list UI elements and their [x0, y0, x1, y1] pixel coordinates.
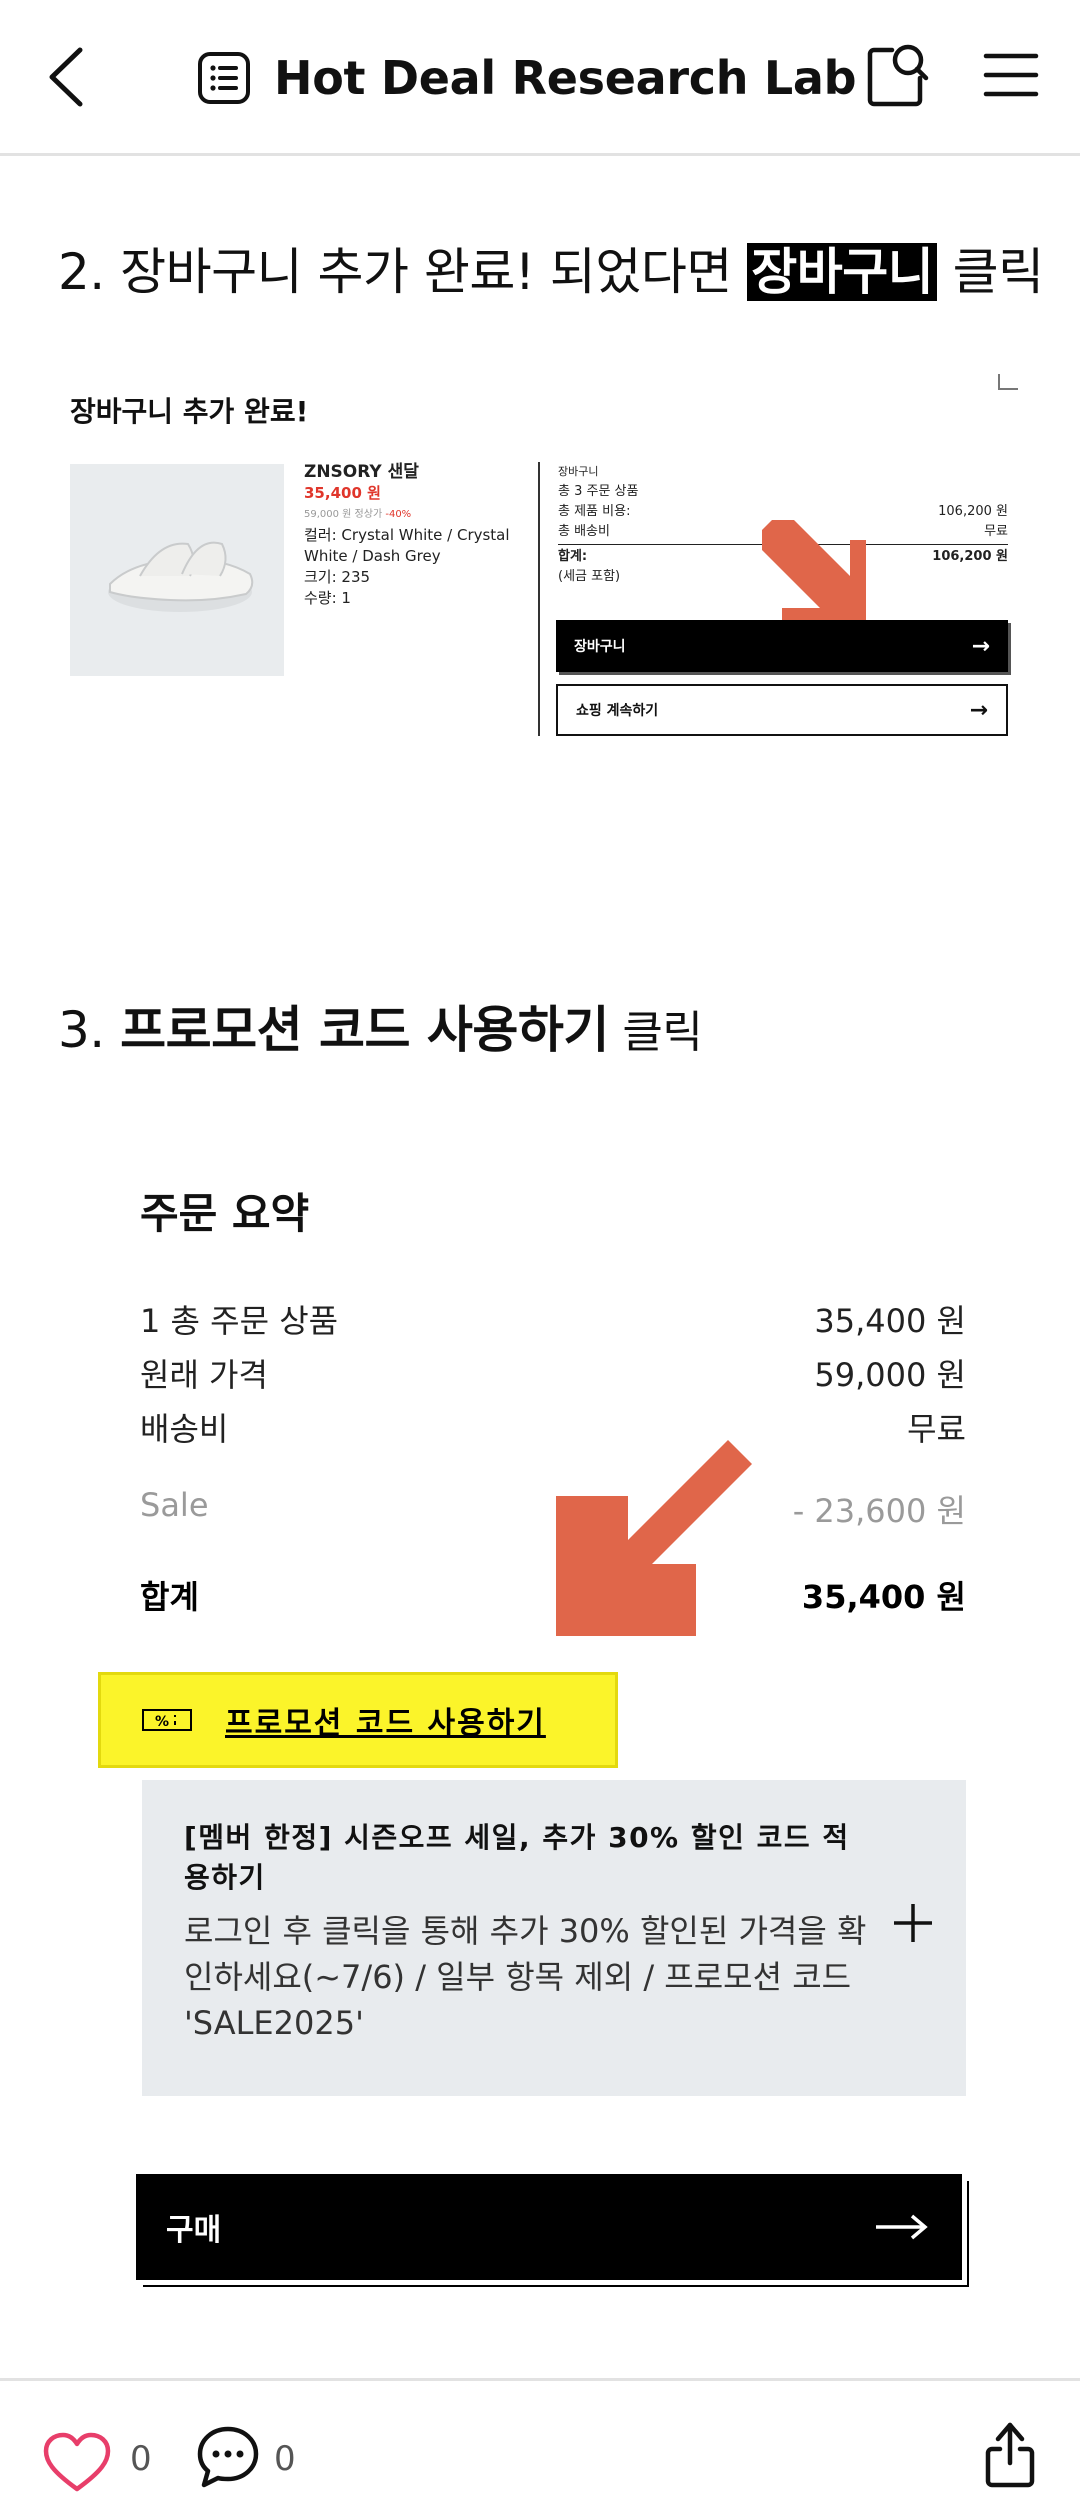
product-size: 크기: 235 — [304, 568, 371, 586]
page-title: Hot Deal Research Lab — [274, 51, 857, 105]
mini-cart-button[interactable]: 장바구니 → — [556, 620, 1008, 672]
order-summary-title: 주문 요약 — [140, 1189, 310, 1238]
product-color: 컬러: Crystal White / Crystal White / Dash… — [304, 526, 510, 565]
share-icon — [985, 2422, 1035, 2488]
promo-offer-description: 로그인 후 클릭을 통해 추가 30% 할인된 가격을 확인하세요(~7/6) … — [184, 1912, 867, 2042]
order-row-sale: Sale - 23,600 원 — [140, 1486, 966, 1530]
header-title-group: Hot Deal Research Lab — [196, 46, 857, 110]
arrow-right-icon: → — [969, 697, 988, 723]
share-button[interactable] — [982, 2419, 1038, 2489]
comment-count: 0 — [274, 2439, 296, 2479]
product-info: ZNSORY 샌달 35,400 원 59,000 원 정상가 -40% 컬러:… — [304, 462, 524, 609]
promo-code-label: 프로모션 코드 사용하기 — [225, 1706, 546, 1741]
step3-bold: 프로모션 코드 사용하기 — [120, 1001, 609, 1059]
percent-symbol: % — [155, 1714, 169, 1730]
product-price: 35,400 원 — [304, 484, 381, 502]
buy-button[interactable]: 구매 — [136, 2174, 962, 2280]
order-row-items: 1 총 주문 상품 35,400 원 — [140, 1302, 966, 1340]
arrow-right-icon: → — [971, 633, 990, 659]
pointing-arrow-icon — [762, 520, 866, 624]
like-button[interactable] — [42, 2431, 112, 2495]
product-qty: 수량: 1 — [304, 589, 351, 607]
search-button[interactable] — [862, 38, 934, 112]
promo-code-button[interactable]: % 프로모션 코드 사용하기 — [98, 1672, 618, 1768]
like-count: 0 — [130, 2439, 152, 2479]
bottom-action-bar: 0 0 — [0, 2378, 1080, 2504]
mini-summary-count: 총 3 주문 상품 — [558, 484, 639, 499]
step3-suffix: 클릭 — [608, 1007, 703, 1058]
search-bag-icon — [867, 44, 929, 107]
pointing-arrow-icon — [556, 1440, 752, 1636]
back-arrow-icon — [49, 47, 83, 107]
order-row-shipping: 배송비 무료 — [140, 1410, 966, 1448]
heart-icon — [43, 2432, 111, 2492]
percent-tag-icon: % — [142, 1709, 192, 1731]
comment-bubble-icon — [197, 2426, 259, 2488]
product-name: ZNSORY 샌달 — [304, 462, 419, 482]
promo-offer-title: [멤버 한정] 시즌오프 세일, 추가 30% 할인 코드 적용하기 — [184, 1821, 850, 1894]
menu-button[interactable] — [980, 44, 1042, 106]
order-row-original-price: 원래 가격 59,000 원 — [140, 1356, 966, 1394]
cart-popup-title: 장바구니 추가 완료! — [70, 395, 309, 428]
plus-icon[interactable] — [888, 1898, 938, 1948]
comment-button[interactable] — [196, 2425, 260, 2489]
list-document-icon — [198, 52, 250, 104]
step3-prefix: 3. — [58, 1001, 121, 1059]
buy-button-label: 구매 — [166, 2213, 222, 2248]
step3-instruction: 3. 프로모션 코드 사용하기 클릭 — [58, 990, 703, 1062]
arrow-right-icon — [876, 2214, 928, 2240]
sandal-product-image — [70, 464, 284, 676]
cart-added-screenshot: 장바구니 추가 완료! ZNSORY 샌달 35,400 원 59,000 원 … — [60, 370, 1030, 750]
hamburger-menu-icon — [983, 53, 1039, 97]
continue-shopping-button[interactable]: 쇼핑 계속하기 → — [556, 684, 1008, 736]
step2-suffix: 클릭 — [937, 243, 1045, 301]
mini-summary-heading: 장바구니 — [558, 465, 599, 478]
app-header: Hot Deal Research Lab — [0, 0, 1080, 156]
product-original-price: 59,000 원 정상가 -40% — [304, 509, 412, 520]
step2-prefix: 2. 장바구니 추가 완료! 되었다면 — [58, 243, 748, 301]
corner-mark — [998, 374, 1018, 390]
step2-highlight: 장바구니 — [747, 243, 938, 301]
step2-instruction: 2. 장바구니 추가 완료! 되었다면 장바구니 클릭 — [58, 232, 1044, 304]
order-row-total: 합계 35,400 원 — [140, 1578, 966, 1616]
divider — [538, 462, 540, 736]
back-button[interactable] — [36, 40, 100, 114]
promo-offer-box[interactable]: [멤버 한정] 시즌오프 세일, 추가 30% 할인 코드 적용하기 로그인 후… — [142, 1780, 966, 2096]
